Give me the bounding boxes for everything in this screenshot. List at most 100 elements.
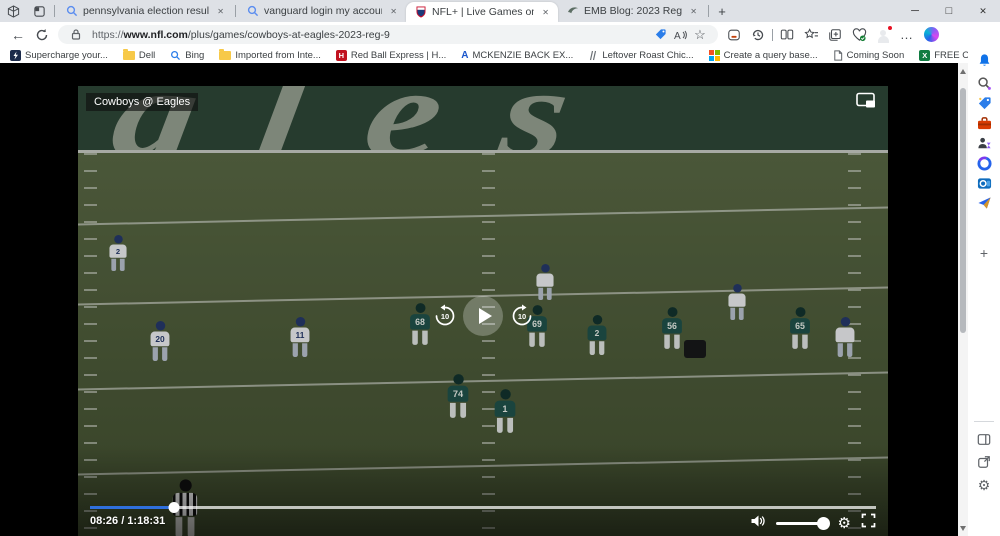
sidebar-open-link-icon[interactable] xyxy=(975,453,993,471)
toolbar: ← https://www.nfl.com/plus/games/cowboys… xyxy=(0,22,1000,47)
tab-actions-icon[interactable] xyxy=(26,0,52,22)
bookmark-query[interactable]: Create a query base... xyxy=(708,49,818,61)
bookmark-label: Imported from Inte... xyxy=(235,49,321,61)
close-button[interactable]: ✕ xyxy=(966,0,1000,22)
microsoft-favicon xyxy=(708,49,720,61)
picture-in-picture-button[interactable] xyxy=(856,92,878,114)
copilot-icon[interactable] xyxy=(919,25,943,45)
sidebar-outlook-icon[interactable] xyxy=(975,174,993,192)
lock-icon xyxy=(66,26,86,44)
bookmark-mckenzie[interactable]: A MCKENZIE BACK EX... xyxy=(461,50,573,61)
bookmark-redball[interactable]: H Red Ball Express | H... xyxy=(335,49,446,61)
refresh-button[interactable] xyxy=(30,25,54,45)
page-favicon xyxy=(833,49,842,61)
read-aloud-icon[interactable]: A xyxy=(670,26,690,44)
svg-text:A: A xyxy=(674,31,681,41)
rewind-10-button[interactable]: 10 xyxy=(433,304,457,328)
url-text: https://www.nfl.com/plus/games/cowboys-a… xyxy=(92,29,650,41)
bookmark-supercharge[interactable]: Supercharge your... xyxy=(10,49,108,61)
bookmark-label: MCKENZIE BACK EX... xyxy=(472,49,574,61)
sidebar-add-button[interactable]: + xyxy=(975,244,993,262)
tab-title: EMB Blog: 2023 Regular Season xyxy=(584,5,683,17)
tab-separator xyxy=(54,5,55,17)
sidebar-drop-icon[interactable] xyxy=(975,194,993,212)
settings-gear-icon[interactable]: ⚙ xyxy=(838,516,851,531)
bookmark-imported-folder[interactable]: Imported from Inte... xyxy=(219,48,321,61)
bookmark-label: Supercharge your... xyxy=(25,49,108,61)
page-scrollbar[interactable] xyxy=(958,63,968,536)
sidebar-shopping-icon[interactable] xyxy=(975,94,993,112)
play-button[interactable] xyxy=(463,295,503,336)
tab-nfl-active[interactable]: NFL+ | Live Games on mobile, N ✕ xyxy=(406,2,558,22)
tab-separator xyxy=(708,5,709,17)
recipe-favicon xyxy=(590,50,597,60)
folder-icon xyxy=(219,48,232,60)
tab-close-icon[interactable]: ✕ xyxy=(539,7,552,18)
workspaces-icon[interactable] xyxy=(0,0,26,22)
url-path: /plus/games/cowboys-at-eagles-2023-reg-9 xyxy=(187,28,390,41)
split-screen-icon[interactable] xyxy=(775,25,799,45)
fullscreen-button[interactable] xyxy=(861,513,876,533)
browser-essentials-icon[interactable] xyxy=(847,25,871,45)
volume-icon[interactable] xyxy=(750,514,766,533)
favorite-star-icon[interactable]: ☆ xyxy=(690,26,710,44)
bookmark-label: Create a query base... xyxy=(723,49,818,61)
notifications-bell-icon[interactable] xyxy=(975,51,993,69)
volume-handle[interactable] xyxy=(816,516,830,530)
excel-favicon: X xyxy=(919,49,931,61)
url-domain: www.nfl.com xyxy=(123,28,188,41)
history-icon[interactable] xyxy=(746,25,770,45)
favorites-hub-icon[interactable] xyxy=(799,25,823,45)
volume-slider[interactable] xyxy=(775,516,830,530)
tab-close-icon[interactable]: ✕ xyxy=(214,6,227,17)
video-player[interactable]: gles 22011686925665741 Cowboys @ Eagles … xyxy=(78,82,888,536)
tab-close-icon[interactable]: ✕ xyxy=(687,6,700,17)
tab-close-icon[interactable]: ✕ xyxy=(387,6,400,17)
scroll-down-arrow[interactable] xyxy=(960,526,966,531)
sidebar-search-icon[interactable] xyxy=(975,74,993,92)
edge-sidebar: + ⚙ xyxy=(968,47,1000,536)
progress-fill xyxy=(90,506,175,509)
toolbar-separator xyxy=(772,28,773,41)
scrollbar-thumb[interactable] xyxy=(960,88,966,333)
url-scheme: https:// xyxy=(92,28,124,41)
bookmark-bing[interactable]: Bing xyxy=(170,50,204,61)
address-bar[interactable]: https://www.nfl.com/plus/games/cowboys-a… xyxy=(58,25,718,44)
settings-more-icon[interactable]: … xyxy=(895,25,919,45)
tab-pennsylvania[interactable]: pennsylvania election results - Se ✕ xyxy=(57,0,233,22)
collections-icon[interactable] xyxy=(823,25,847,45)
notification-dot xyxy=(887,24,893,31)
sidebar-settings-icon[interactable]: ⚙ xyxy=(975,476,993,494)
sidebar-panel-icon[interactable] xyxy=(975,430,993,448)
tab-title: NFL+ | Live Games on mobile, N xyxy=(432,6,535,18)
scroll-up-arrow[interactable] xyxy=(960,69,966,74)
web-capture-icon[interactable] xyxy=(722,25,746,45)
tab-vanguard[interactable]: vanguard login my account - Sea ✕ xyxy=(238,0,406,22)
progress-bar[interactable] xyxy=(90,502,876,513)
supercharge-favicon xyxy=(10,49,21,61)
maximize-button[interactable]: □ xyxy=(932,0,966,22)
tab-emb-blog[interactable]: EMB Blog: 2023 Regular Season ✕ xyxy=(558,0,706,22)
new-tab-button[interactable]: + xyxy=(711,0,733,22)
time-display: 08:26 / 1:18:31 xyxy=(90,515,166,527)
minimize-button[interactable]: ─ xyxy=(898,0,932,22)
tab-title: vanguard login my account - Sea xyxy=(264,5,382,17)
video-title-badge: Cowboys @ Eagles xyxy=(86,93,199,111)
forward-10-button[interactable]: 10 xyxy=(510,304,534,328)
window-controls: ─ □ ✕ xyxy=(898,0,1000,22)
bookmark-dell-folder[interactable]: Dell xyxy=(122,48,155,61)
sidebar-tools-icon[interactable] xyxy=(975,114,993,132)
progress-handle[interactable] xyxy=(168,502,180,513)
sidebar-m365-icon[interactable] xyxy=(975,154,993,172)
search-icon xyxy=(247,5,259,17)
tab-bar: pennsylvania election results - Se ✕ van… xyxy=(0,0,1000,22)
bookmark-coming-soon[interactable]: Coming Soon xyxy=(833,49,904,61)
back-button[interactable]: ← xyxy=(6,25,30,45)
bookmark-leftover[interactable]: Leftover Roast Chic... xyxy=(588,50,694,61)
play-icon xyxy=(478,307,492,324)
shopping-tag-icon[interactable] xyxy=(650,26,670,44)
sidebar-games-icon[interactable] xyxy=(975,134,993,152)
tab-separator xyxy=(235,5,236,17)
page-content: gles 22011686925665741 Cowboys @ Eagles … xyxy=(0,63,958,536)
profile-avatar[interactable] xyxy=(871,24,895,45)
